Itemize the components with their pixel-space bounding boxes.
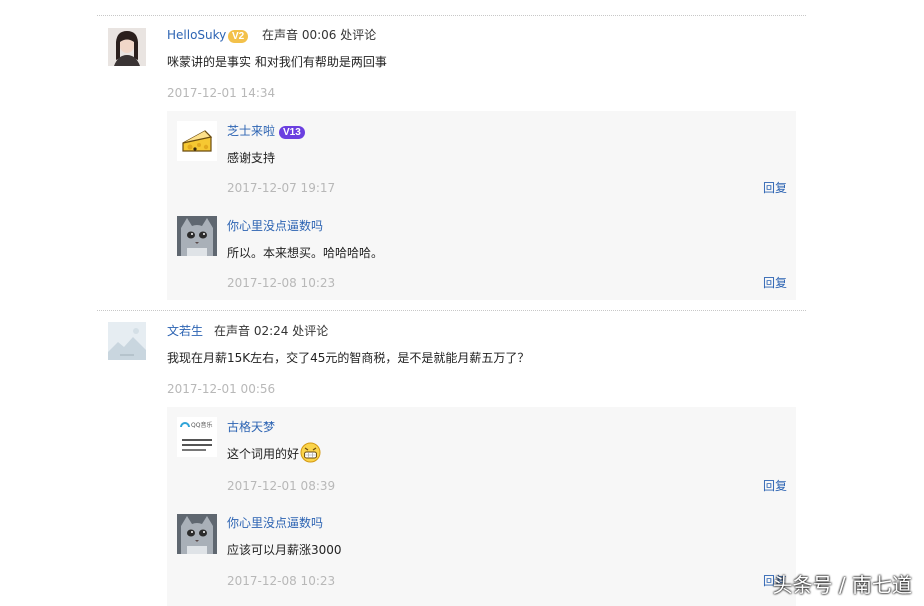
vip-level-badge: V13 [279, 126, 305, 139]
reply-text: 感谢支持 [227, 151, 276, 165]
reply-avatar[interactable] [177, 514, 217, 554]
reply-button[interactable]: 回复 [763, 180, 787, 196]
reply-text: 应该可以月薪涨3000 [227, 543, 342, 557]
vip-level-badge: V2 [228, 30, 249, 43]
reply-username[interactable]: 你心里没点逼数吗 [227, 515, 323, 531]
reply-time: 2017-12-01 08:39 [227, 479, 336, 493]
reply-button[interactable]: 回复 [763, 275, 787, 291]
avatar-caption: QQ音乐 [191, 422, 213, 429]
comment-time: 2017-12-01 14:34 [167, 86, 276, 100]
comment-text: 我现在月薪15K左右，交了45元的智商税，是不是就能月薪五万了？ [167, 351, 530, 365]
reply-avatar[interactable] [177, 121, 217, 161]
reply-time: 2017-12-08 10:23 [227, 574, 336, 588]
reply-avatar[interactable]: QQ音乐 [177, 417, 217, 457]
comment-username[interactable]: 文若生 [167, 323, 203, 339]
comment-username[interactable]: HelloSuky [167, 27, 226, 43]
reply-time: 2017-12-08 10:23 [227, 276, 336, 290]
comment-time: 2017-12-01 00:56 [167, 382, 276, 396]
watermark: 头条号 / 南七道 [772, 573, 912, 597]
reply-username[interactable]: 芝士来啦 [227, 123, 275, 139]
reply-text: 所以。本来想买。哈哈哈哈。 [227, 246, 384, 260]
grin-emoji-icon [300, 442, 321, 467]
comment-divider [97, 310, 806, 311]
reply-button[interactable]: 回复 [763, 478, 787, 494]
user-avatar[interactable] [108, 322, 146, 360]
reply-list [167, 111, 796, 300]
reply-avatar[interactable] [177, 216, 217, 256]
comment-position-label: 在声音 00:06 处评论 [262, 28, 377, 42]
user-avatar[interactable] [108, 28, 146, 66]
reply-text: 这个词用的好 [227, 447, 300, 461]
comment-position-label: 在声音 02:24 处评论 [214, 324, 329, 338]
top-divider [97, 15, 806, 16]
reply-username[interactable]: 古格天梦 [227, 419, 275, 435]
comment-text: 咪蒙讲的是事实 和对我们有帮助是两回事 [167, 55, 387, 69]
reply-time: 2017-12-07 19:17 [227, 181, 336, 195]
reply-username[interactable]: 你心里没点逼数吗 [227, 218, 323, 234]
